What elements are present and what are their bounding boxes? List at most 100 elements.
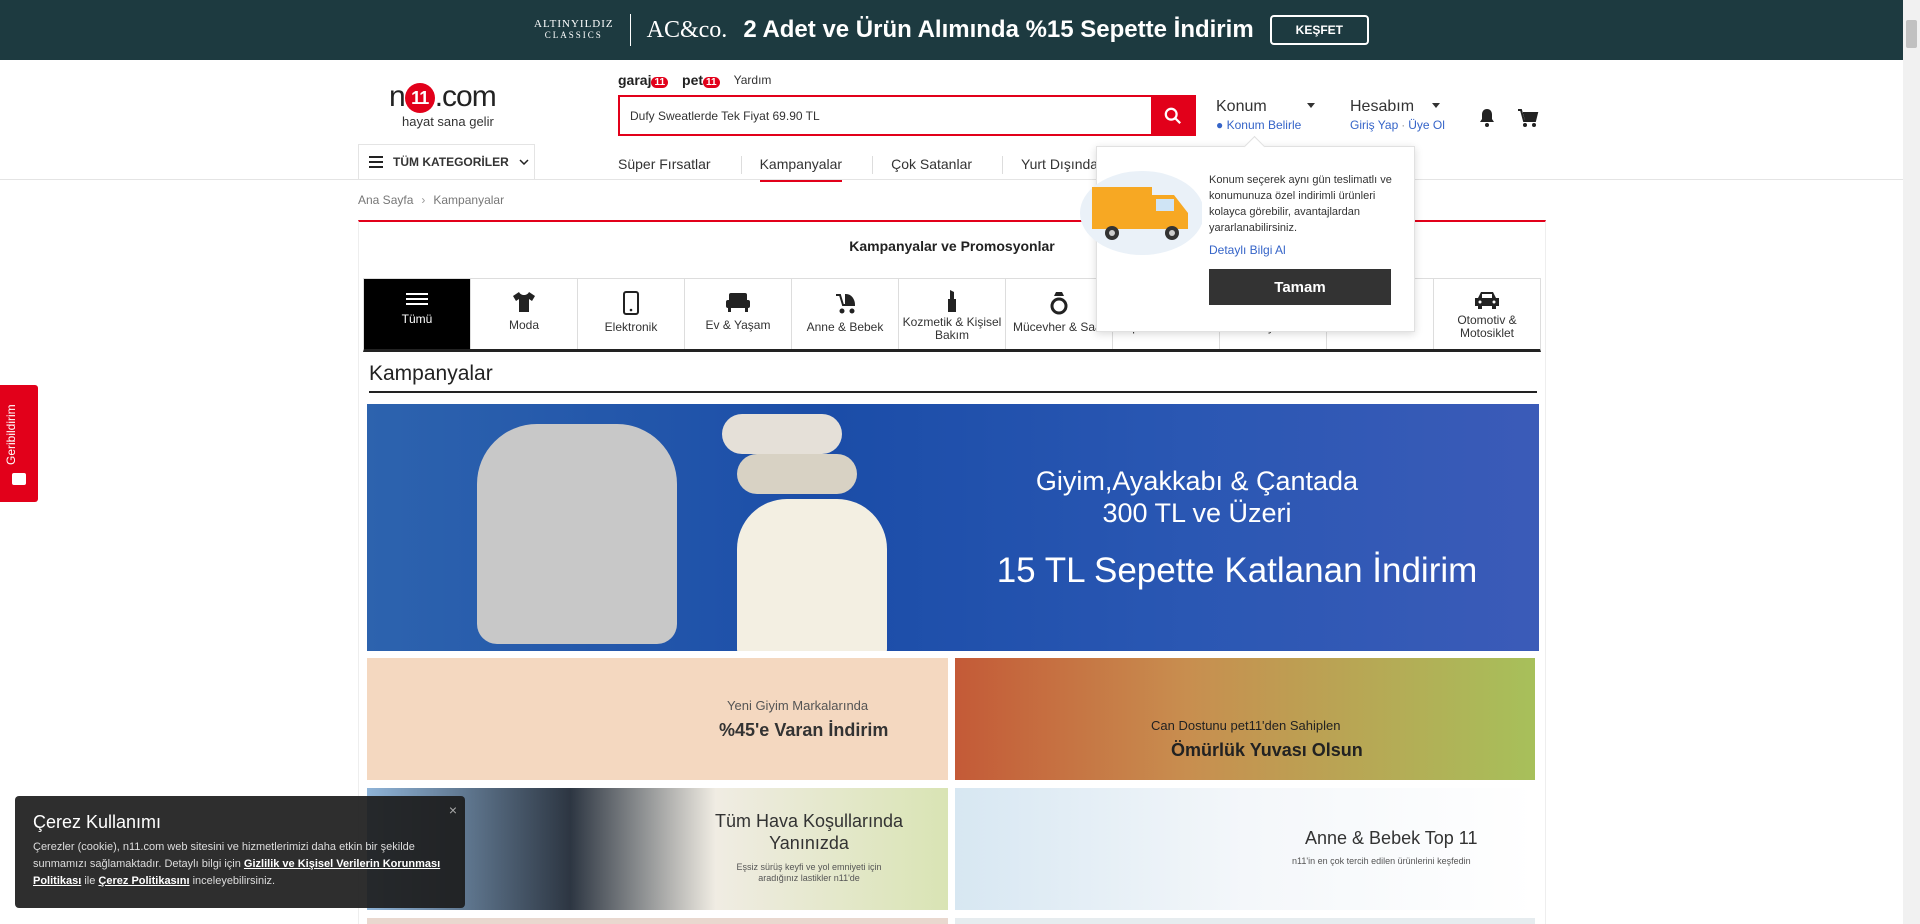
breadcrumb-current[interactable]: Kampanyalar — [433, 193, 504, 207]
chevron-down-icon — [1432, 103, 1441, 108]
garaj-link[interactable]: garaj 11 — [618, 72, 669, 88]
promo-banner[interactable]: ALTINYILDIZ CLASSICS AC&co. 2 Adet ve Ür… — [0, 0, 1903, 60]
breadcrumb: Ana Sayfa › Kampanyalar — [358, 193, 504, 207]
register-link[interactable]: Üye Ol — [1408, 118, 1445, 132]
altinyildiz-sub: CLASSICS — [544, 30, 603, 40]
search-input[interactable] — [620, 97, 1151, 134]
nav-kampanyalar[interactable]: Kampanyalar — [759, 156, 874, 182]
location-ok-button[interactable]: Tamam — [1209, 269, 1391, 305]
car-icon — [1475, 292, 1499, 309]
campaign-tile-giyim[interactable]: Yeni Giyim Markalarında %45'e Varan İndi… — [367, 658, 948, 780]
shoe-image — [722, 414, 842, 454]
tile-subtitle: Eşsiz sürüş keyfi ve yol emniyeti için a… — [736, 862, 882, 883]
sofa-icon — [726, 293, 750, 312]
all-categories-button[interactable]: TÜM KATEGORİLER — [358, 144, 535, 180]
phone-icon — [623, 291, 639, 315]
promo-discover-button[interactable]: KEŞFET — [1269, 15, 1369, 45]
hero-campaign-banner[interactable]: Giyim,Ayakkabı & Çantada 300 TL ve Üzeri… — [367, 404, 1539, 651]
breadcrumb-home[interactable]: Ana Sayfa — [358, 193, 413, 207]
sweater-image — [477, 424, 677, 644]
category-tab-anne-bebek[interactable]: Anne & Bebek — [792, 279, 899, 349]
page-scrollbar[interactable] — [1903, 0, 1920, 924]
category-label: Tümü — [401, 312, 433, 326]
menu-icon — [406, 293, 428, 305]
location-popup: Konum seçerek aynı gün teslimatlı ve kon… — [1080, 146, 1415, 332]
n11-logo[interactable]: n 11 .com hayat sana gelir — [389, 80, 519, 129]
tile-title: Tüm Hava Koşullarında Yanınızda — [714, 811, 904, 853]
search-bar — [618, 95, 1196, 136]
feedback-icon — [12, 473, 26, 485]
category-tab-otomotiv[interactable]: Otomotiv & Motosiklet — [1434, 279, 1540, 349]
category-label: Anne & Bebek — [806, 320, 884, 334]
site-header: n 11 .com hayat sana gelir garaj 11 pet 11 Y… — [0, 60, 1903, 182]
login-link[interactable]: Giriş Yap — [1350, 118, 1398, 132]
cookie-policy-link[interactable]: Çerez Politikasını — [98, 875, 189, 887]
category-label: Kozmetik & Kişisel Bakım — [902, 315, 1002, 342]
logo-ladybug-icon: 11 — [404, 83, 435, 113]
cookie-text-part: ile — [81, 875, 99, 887]
nav-super-firsatlar[interactable]: Süper Fırsatlar — [618, 156, 742, 174]
tile-title: Anne & Bebek Top 11 — [1305, 828, 1478, 848]
location-details-link[interactable]: Detaylı Bilgi Al — [1209, 243, 1286, 257]
category-tab-kozmetik[interactable]: Kozmetik & Kişisel Bakım — [899, 279, 1006, 349]
altinyildiz-name: ALTINYILDIZ — [534, 18, 614, 30]
promo-headline: 2 Adet ve Ürün Alımında %15 Sepette İndi… — [743, 16, 1254, 43]
lipstick-icon — [948, 290, 956, 312]
campaign-tile-partial[interactable] — [955, 918, 1535, 924]
feedback-tab[interactable]: Geribildirim — [0, 385, 38, 502]
pin-icon: ● — [1216, 118, 1224, 132]
tile-subtitle: Can Dostunu pet11'den Sahiplen — [1151, 718, 1341, 733]
logo-wordmark: n 11 .com — [389, 80, 497, 113]
location-label: Konum — [1216, 98, 1267, 115]
search-button[interactable] — [1151, 97, 1194, 134]
cookie-banner: × Çerez Kullanımı Çerezler (cookie), n11… — [15, 796, 465, 908]
campaign-tile-pet11[interactable]: Can Dostunu pet11'den Sahiplen Ömürlük Y… — [955, 658, 1535, 780]
category-label: Otomotiv & Motosiklet — [1457, 313, 1517, 340]
logo-slogan: hayat sana gelir — [402, 114, 494, 129]
category-label: Ev & Yaşam — [705, 318, 771, 332]
campaign-tile-anne-bebek[interactable]: Anne & Bebek Top 11 n11'in en çok tercih… — [955, 788, 1535, 910]
account-menu[interactable]: Hesabım Giriş Yap · Üye Ol — [1350, 98, 1445, 132]
section-heading: Kampanyalar — [369, 362, 1537, 393]
ring-icon — [1050, 292, 1068, 315]
location-set-link[interactable]: Konum Belirle — [1227, 118, 1302, 132]
nav-cok-satanlar[interactable]: Çok Satanlar — [891, 156, 1004, 174]
search-icon — [1164, 107, 1181, 124]
chevron-down-icon — [1306, 103, 1315, 108]
category-tab-moda[interactable]: Moda — [471, 279, 578, 349]
help-link[interactable]: Yardım — [734, 73, 772, 87]
header-sublinks: garaj 11 pet 11 Yardım — [618, 72, 771, 88]
cart-icon[interactable] — [1517, 108, 1539, 133]
tile-title: %45'e Varan İndirim — [719, 720, 889, 740]
tile-subtitle: n11'in en çok tercih edilen ürünlerini k… — [1292, 856, 1471, 866]
category-label: Moda — [508, 318, 540, 332]
acco-logo: AC&co. — [646, 16, 728, 43]
chevron-right-icon: › — [421, 193, 426, 207]
account-label: Hesabım — [1350, 98, 1415, 115]
location-popup-text: Konum seçerek aynı gün teslimatlı ve kon… — [1209, 174, 1392, 234]
feedback-label: Geribildirim — [4, 404, 18, 465]
pet11-link[interactable]: pet 11 — [682, 72, 720, 88]
cookie-title: Çerez Kullanımı — [33, 812, 162, 832]
notification-bell-icon[interactable] — [1478, 108, 1496, 133]
scrollbar-thumb[interactable] — [1906, 20, 1917, 48]
category-label: Elektronik — [604, 320, 658, 334]
hero-line3: 15 TL Sepette Katlanan İndirim — [996, 551, 1478, 590]
category-tab-elektronik[interactable]: Elektronik — [578, 279, 685, 349]
category-tab-tumu[interactable]: Tümü — [364, 279, 471, 349]
altinyildiz-logo: ALTINYILDIZ CLASSICS — [534, 19, 614, 41]
location-selector[interactable]: Konum ● Konum Belirle — [1216, 98, 1315, 132]
shoe-image — [737, 454, 857, 494]
all-categories-label: TÜM KATEGORİLER — [393, 155, 509, 169]
hamburger-icon — [369, 156, 383, 168]
cookie-text-part: inceleyebilirsiniz. — [189, 875, 276, 887]
campaign-tile-partial[interactable] — [367, 918, 948, 924]
close-icon[interactable]: × — [449, 802, 457, 818]
chevron-down-icon — [519, 159, 529, 165]
cookie-text: Çerezler (cookie), n11.com web sitesini … — [33, 839, 447, 890]
hero-line2: 300 TL ve Üzeri — [1102, 498, 1292, 528]
category-label: Mücevher & Saat — [1012, 320, 1106, 334]
stroller-icon — [836, 293, 856, 314]
category-tab-ev-yasam[interactable]: Ev & Yaşam — [685, 279, 792, 349]
promo-divider — [629, 14, 631, 46]
